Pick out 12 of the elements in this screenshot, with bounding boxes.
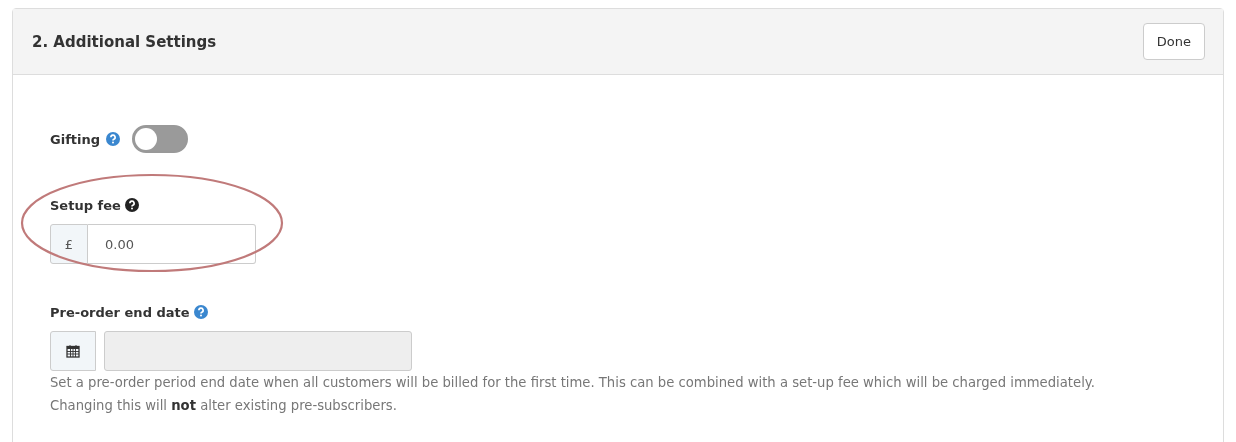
- calendar-icon: [66, 344, 80, 358]
- setup-fee-field[interactable]: 0.00: [88, 224, 256, 264]
- field-label: Setup fee: [50, 197, 121, 213]
- done-button[interactable]: Done: [1142, 23, 1205, 60]
- field-label: Pre-order end date: [50, 304, 190, 320]
- help-text: Changing this will not alter existing pre-subscribers.: [50, 397, 398, 415]
- help-text: Set a pre-order period end date when all customers will be billed for the first time. This can be combined with a set-up fee which will be charged immediately.: [50, 374, 1096, 392]
- field-label: Gifting: [50, 131, 100, 147]
- help-icon[interactable]: [124, 198, 139, 212]
- gifting-toggle[interactable]: [132, 125, 188, 153]
- panel-title: 2. Additional Settings: [32, 32, 217, 51]
- currency-addon: £: [50, 224, 88, 264]
